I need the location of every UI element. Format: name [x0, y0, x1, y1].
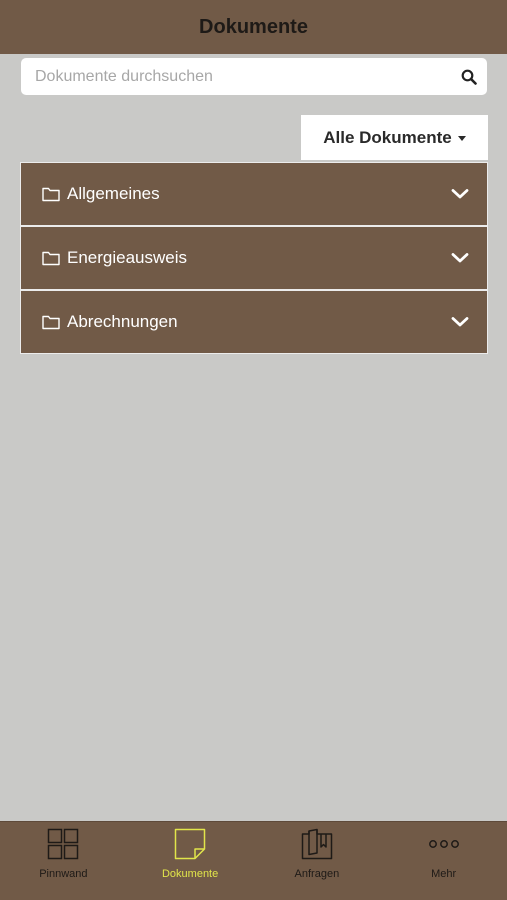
tab-label: Mehr: [431, 868, 457, 880]
folder-row-allgemeines[interactable]: Allgemeines: [21, 163, 487, 225]
folder-icon: [42, 314, 60, 330]
folder-row-abrechnungen[interactable]: Abrechnungen: [21, 291, 487, 353]
book-icon: [301, 828, 333, 860]
search-icon[interactable]: [451, 58, 487, 95]
document-filter-dropdown[interactable]: Alle Dokumente: [301, 115, 488, 160]
folder-list: Allgemeines Energieausweis Abrechnungen: [20, 162, 488, 354]
folder-icon: [42, 186, 60, 202]
chevron-down-icon[interactable]: [451, 316, 469, 328]
tab-mehr[interactable]: Mehr: [380, 822, 507, 900]
tab-label: Anfragen: [294, 868, 340, 880]
tab-label: Dokumente: [161, 868, 219, 880]
note-icon: [174, 828, 206, 860]
page-title: Dokumente: [199, 15, 308, 38]
more-icon: [428, 828, 460, 860]
folder-row-energieausweis[interactable]: Energieausweis: [21, 227, 487, 289]
folder-icon: [42, 250, 60, 266]
filter-label: Alle Dokumente: [323, 127, 452, 147]
search-input[interactable]: [21, 58, 451, 95]
chevron-down-icon[interactable]: [451, 252, 469, 264]
tab-dokumente[interactable]: Dokumente: [127, 822, 254, 900]
grid-icon: [47, 828, 79, 860]
tab-pinnwand[interactable]: Pinnwand: [0, 822, 127, 900]
tab-bar: Pinnwand Dokumente Anfragen Mehr: [0, 821, 507, 900]
caret-down-icon: [457, 136, 466, 141]
tab-anfragen[interactable]: Anfragen: [254, 822, 381, 900]
folder-label: Abrechnungen: [67, 312, 178, 331]
search-bar: [21, 58, 487, 95]
chevron-down-icon[interactable]: [451, 188, 469, 200]
top-bar: Dokumente: [0, 0, 507, 54]
folder-label: Allgemeines: [67, 184, 160, 203]
folder-label: Energieausweis: [67, 248, 188, 267]
tab-label: Pinnwand: [39, 868, 88, 880]
